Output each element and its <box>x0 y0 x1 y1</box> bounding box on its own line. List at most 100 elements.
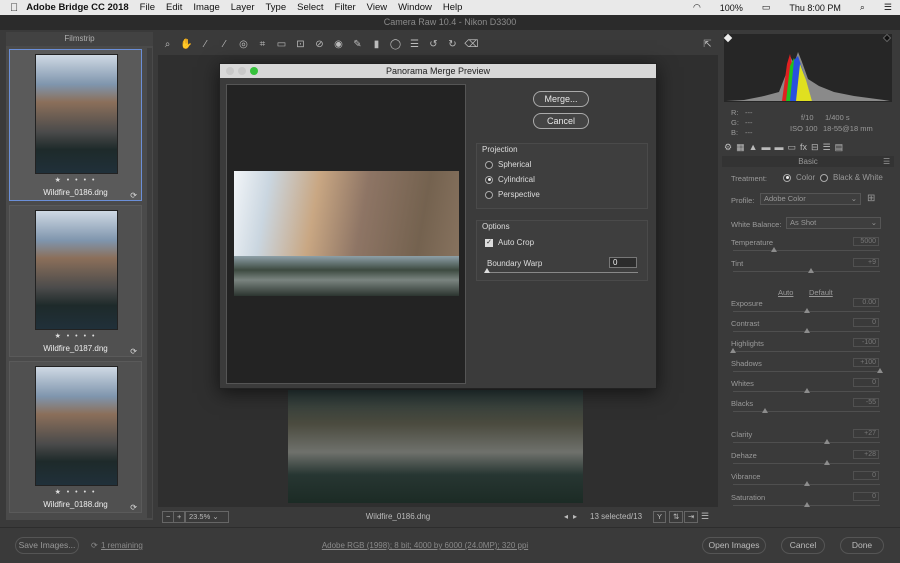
radio-indicator[interactable] <box>485 160 493 169</box>
rating-stars[interactable]: ★ • • • • <box>10 488 141 496</box>
menu-window[interactable]: Window <box>398 2 432 13</box>
close-icon[interactable] <box>226 67 234 75</box>
slider-track[interactable] <box>730 348 880 353</box>
boundary-warp-slider[interactable] <box>486 272 638 273</box>
calibration-tab-icon[interactable]: ⊟ <box>811 142 819 153</box>
default-link[interactable]: Default <box>809 288 833 297</box>
transform-tool-icon[interactable]: ⊡ <box>291 36 310 52</box>
radio-indicator[interactable] <box>783 173 791 182</box>
slider-value-input[interactable]: 0 <box>853 492 879 501</box>
remaining-link[interactable]: 1 remaining <box>101 541 143 550</box>
radio-spherical[interactable]: Spherical <box>485 160 531 169</box>
menu-filter[interactable]: Filter <box>335 2 356 13</box>
panel-menu-icon[interactable]: ☰ <box>883 157 890 166</box>
treatment-color-radio[interactable]: Color <box>783 173 815 182</box>
preview-prefs-icon[interactable]: ☰ <box>701 511 709 522</box>
radio-indicator[interactable] <box>820 173 828 182</box>
filmstrip-thumb[interactable]: ★ • • • • Wildfire_0188.dng ⟳ <box>9 361 142 513</box>
app-menu[interactable]: Adobe Bridge CC 2018 <box>26 2 128 13</box>
hsl-tab-icon[interactable]: ▬ <box>762 142 771 152</box>
slider-track[interactable] <box>733 502 880 507</box>
slider-value-input[interactable]: 0 <box>853 318 879 327</box>
footer-cancel-button[interactable]: Cancel <box>781 537 825 554</box>
slider-value-input[interactable]: 5000 <box>853 237 879 246</box>
workflow-options-link[interactable]: Adobe RGB (1998); 8 bit; 4000 by 6000 (2… <box>270 541 580 550</box>
slider-knob[interactable] <box>877 368 883 373</box>
radio-cylindrical[interactable]: Cylindrical <box>485 175 535 184</box>
rotate-ccw-icon[interactable]: ↺ <box>424 36 443 52</box>
radial-filter-icon[interactable]: ◯ <box>386 36 405 52</box>
slider-track[interactable] <box>733 247 880 252</box>
next-image-icon[interactable]: ▸ <box>573 512 577 521</box>
slider-value-input[interactable]: +27 <box>853 429 879 438</box>
menu-type[interactable]: Type <box>266 2 287 13</box>
apple-icon[interactable]:  <box>10 2 18 14</box>
red-eye-icon[interactable]: ◉ <box>329 36 348 52</box>
color-sampler-icon[interactable]: ⁄ <box>215 36 234 52</box>
battery-icon[interactable]: ▭ <box>762 2 771 13</box>
fullscreen-icon[interactable]: ⇱ <box>698 36 717 52</box>
rotate-cw-icon[interactable]: ↻ <box>443 36 462 52</box>
slider-track[interactable] <box>733 308 880 313</box>
filmstrip-thumb[interactable]: ★ • • • • Wildfire_0187.dng ⟳ <box>9 205 142 357</box>
done-button[interactable]: Done <box>840 537 884 554</box>
before-after-y-button[interactable]: Y <box>653 511 667 523</box>
slider-value-input[interactable]: 0 <box>853 378 879 387</box>
tone-curve-tab-icon[interactable]: ▦ <box>736 142 745 153</box>
slider-value-input[interactable]: +28 <box>853 450 879 459</box>
slider-value-input[interactable]: +100 <box>853 358 879 367</box>
clock[interactable]: Thu 8:00 PM <box>789 3 841 13</box>
menu-edit[interactable]: Edit <box>166 2 182 13</box>
wifi-icon[interactable]: ◠ <box>693 2 701 13</box>
prev-image-icon[interactable]: ◂ <box>564 512 568 521</box>
slider-knob[interactable] <box>804 308 810 313</box>
radio-indicator[interactable] <box>485 175 493 184</box>
snapshots-tab-icon[interactable]: ▤ <box>835 142 844 153</box>
menu-file[interactable]: File <box>140 2 155 13</box>
boundary-warp-input[interactable]: 0 <box>609 257 637 268</box>
slider-knob[interactable] <box>804 388 810 393</box>
trash-icon[interactable]: ⌫ <box>462 36 481 52</box>
minimize-icon[interactable] <box>238 67 246 75</box>
radio-indicator[interactable] <box>485 190 493 199</box>
search-icon[interactable]: ⌕ <box>860 2 865 13</box>
profile-select[interactable]: Adobe Color ⌄ <box>760 193 861 205</box>
filmstrip-thumb[interactable]: ★ • • • • Wildfire_0186.dng ⟳ <box>9 49 142 201</box>
white-balance-tool-icon[interactable]: ⁄ <box>196 36 215 52</box>
copy-settings-button[interactable]: ⇥ <box>684 511 699 523</box>
basic-tab-icon[interactable]: ⚙ <box>724 142 732 153</box>
slider-value-input[interactable]: 0.00 <box>853 298 879 307</box>
slider-value-input[interactable]: +9 <box>853 258 879 267</box>
checkmark-icon[interactable]: ✓ <box>485 238 493 247</box>
rating-stars[interactable]: ★ • • • • <box>10 176 141 184</box>
slider-value-input[interactable]: -100 <box>853 338 879 347</box>
preferences-icon[interactable]: ☰ <box>405 36 424 52</box>
hand-tool-icon[interactable]: ✋ <box>177 36 196 52</box>
slider-knob[interactable] <box>804 328 810 333</box>
slider-track[interactable] <box>733 388 880 393</box>
slider-knob[interactable] <box>808 268 814 273</box>
adjustment-brush-icon[interactable]: ✎ <box>348 36 367 52</box>
straighten-tool-icon[interactable]: ▭ <box>272 36 291 52</box>
auto-crop-checkbox[interactable]: ✓ Auto Crop <box>485 238 534 247</box>
slider-track[interactable] <box>733 408 880 413</box>
presets-tab-icon[interactable]: ☰ <box>823 142 831 153</box>
slider-value-input[interactable]: -55 <box>853 398 879 407</box>
save-images-button[interactable]: Save Images... <box>15 537 79 554</box>
zoom-window-icon[interactable] <box>250 67 258 75</box>
graduated-filter-icon[interactable]: ▮ <box>367 36 386 52</box>
zoom-level-select[interactable]: 23.5% ⌄ <box>185 511 229 523</box>
menu-help[interactable]: Help <box>443 2 463 13</box>
slider-track[interactable] <box>733 328 880 333</box>
targeted-adjustment-icon[interactable]: ◎ <box>234 36 253 52</box>
slider-knob[interactable] <box>762 408 768 413</box>
menu-view[interactable]: View <box>367 2 387 13</box>
radio-perspective[interactable]: Perspective <box>485 190 540 199</box>
slider-knob[interactable] <box>804 502 810 507</box>
cancel-button[interactable]: Cancel <box>533 113 589 129</box>
slider-knob[interactable] <box>824 460 830 465</box>
profile-browser-icon[interactable]: ⊞ <box>867 193 875 204</box>
detail-tab-icon[interactable]: ▲ <box>749 142 758 152</box>
spot-removal-icon[interactable]: ⊘ <box>310 36 329 52</box>
crop-tool-icon[interactable]: ⌗ <box>253 36 272 52</box>
